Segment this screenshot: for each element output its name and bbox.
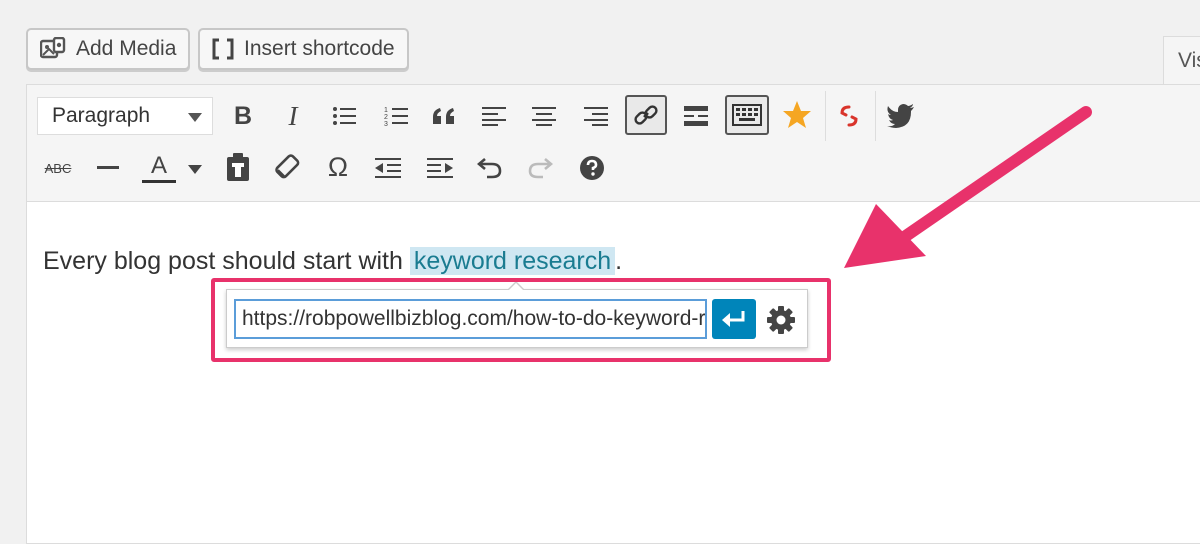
toolbar-divider	[825, 91, 826, 141]
add-media-button[interactable]: Add Media	[26, 28, 191, 70]
editor-content[interactable]: Every blog post should start with keywor…	[43, 247, 622, 276]
align-left-button[interactable]	[479, 101, 509, 131]
svg-text:3: 3	[384, 121, 388, 127]
link-icon	[634, 105, 658, 125]
help-icon	[580, 156, 604, 180]
blockquote-icon	[433, 108, 454, 124]
insert-shortcode-label: Insert shortcode	[244, 37, 395, 60]
format-select-value: Paragraph	[52, 104, 151, 127]
media-icon	[40, 37, 66, 59]
horizontal-line-button[interactable]	[93, 153, 123, 183]
content-text: Every blog post should start with	[43, 247, 410, 275]
content-text-end: .	[615, 247, 623, 275]
blockquote-button[interactable]	[429, 101, 459, 131]
text-color-icon: A	[150, 151, 167, 179]
align-right-icon	[584, 107, 608, 126]
read-more-button[interactable]	[681, 101, 711, 131]
indent-icon	[427, 158, 453, 178]
tab-visual[interactable]: Vis	[1163, 36, 1200, 86]
outdent-button[interactable]	[373, 153, 403, 183]
bold-icon: B	[233, 101, 253, 130]
annotation-arrow-icon	[844, 106, 1092, 268]
clear-formatting-button[interactable]	[273, 151, 303, 183]
text-color-button[interactable]: A	[141, 151, 177, 185]
align-left-icon	[482, 107, 506, 126]
italic-button[interactable]: I	[277, 99, 309, 133]
paste-text-icon	[227, 153, 249, 181]
special-character-icon: Ω	[327, 151, 349, 182]
tab-visual-label: Vis	[1178, 49, 1200, 72]
outdent-icon	[375, 158, 401, 178]
numbered-list-button[interactable]: 1 2 3	[381, 101, 411, 131]
undo-button[interactable]	[475, 151, 505, 183]
svg-text:1: 1	[384, 107, 388, 114]
read-more-icon	[684, 106, 708, 126]
special-character-button[interactable]: Ω	[323, 151, 353, 183]
toolbar-toggle-button[interactable]	[725, 95, 769, 135]
bold-button[interactable]: B	[227, 99, 259, 133]
star-icon	[783, 101, 811, 128]
strikethrough-icon: ABC	[44, 160, 72, 176]
link-button[interactable]	[625, 95, 667, 135]
favorite-button[interactable]	[781, 99, 813, 131]
format-select[interactable]: Paragraph	[37, 97, 213, 135]
clear-formatting-icon	[275, 154, 300, 179]
svg-text:2: 2	[384, 114, 388, 121]
toolbar-toggle-icon	[732, 104, 762, 126]
redo-button[interactable]	[525, 151, 555, 183]
bullet-list-button[interactable]	[329, 101, 359, 131]
hyperlink-text[interactable]: keyword research	[409, 247, 616, 275]
paste-text-button[interactable]	[223, 151, 253, 183]
align-center-button[interactable]	[529, 101, 559, 131]
numbered-list-icon: 1 2 3	[384, 107, 408, 127]
horizontal-line-icon	[97, 166, 119, 169]
add-media-label: Add Media	[76, 37, 177, 60]
bullet-list-icon	[333, 107, 356, 125]
chevron-down-icon	[188, 164, 202, 174]
align-center-icon	[532, 107, 556, 126]
chevron-down-icon	[188, 113, 202, 122]
editor-topbar: Add Media Insert shortcode Vis	[0, 0, 1200, 86]
indent-button[interactable]	[425, 153, 455, 183]
strikethrough-button[interactable]: ABC	[41, 155, 75, 181]
italic-icon: I	[288, 100, 298, 131]
undo-icon	[477, 158, 502, 179]
text-color-underline	[142, 179, 176, 183]
annotation-highlight-box	[211, 278, 831, 362]
align-right-button[interactable]	[581, 101, 611, 131]
insert-shortcode-button[interactable]: Insert shortcode	[198, 28, 409, 70]
text-color-dropdown[interactable]	[183, 159, 207, 179]
brackets-icon	[212, 38, 234, 60]
help-button[interactable]	[577, 153, 607, 183]
redo-icon	[528, 158, 553, 179]
